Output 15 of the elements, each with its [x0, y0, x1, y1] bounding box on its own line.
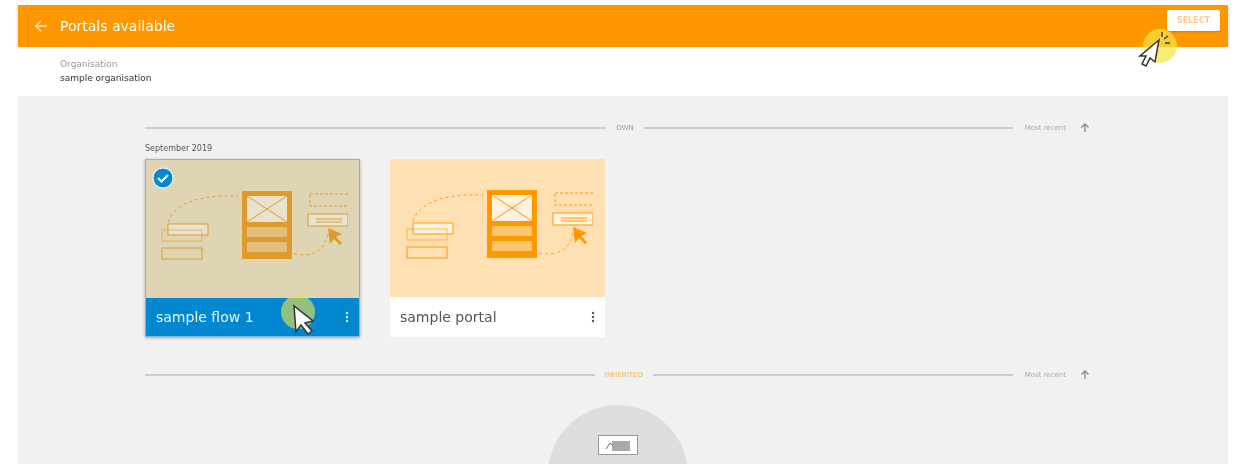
more-options-icon[interactable]: [591, 311, 595, 323]
page-title: Portals available: [60, 18, 177, 34]
card-title: sample flow 1: [156, 309, 255, 325]
card-title: sample portal: [400, 309, 498, 325]
check-circle-icon: [152, 167, 174, 189]
organisation-value: sample organisation: [60, 73, 153, 83]
empty-illustration-icon: [598, 435, 638, 455]
organisation-label: Organisation: [60, 59, 119, 69]
date-heading: September 2019: [145, 144, 214, 153]
back-arrow-icon[interactable]: [32, 17, 50, 35]
arrow-up-icon[interactable]: [1080, 123, 1090, 133]
portal-card[interactable]: sample flow 1: [145, 159, 360, 337]
more-options-icon[interactable]: [345, 311, 349, 323]
select-button[interactable]: SELECT: [1166, 10, 1220, 31]
arrow-up-icon[interactable]: [1080, 370, 1090, 380]
